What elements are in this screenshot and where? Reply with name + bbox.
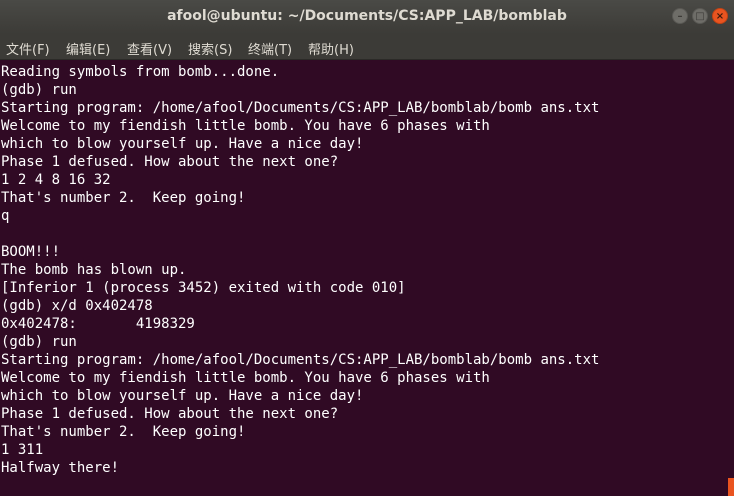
- window-title: afool@ubuntu: ~/Documents/CS:APP_LAB/bom…: [167, 8, 567, 24]
- terminal-line: 1 2 4 8 16 32: [1, 172, 111, 188]
- terminal-line: The bomb has blown up.: [1, 262, 187, 278]
- terminal-line: Welcome to my fiendish little bomb. You …: [1, 370, 490, 386]
- terminal-line: Welcome to my fiendish little bomb. You …: [1, 118, 490, 134]
- terminal-line: [Inferior 1 (process 3452) exited with c…: [1, 280, 406, 296]
- menu-file[interactable]: 文件(F): [6, 39, 50, 58]
- terminal-line: 0x402478: 4198329: [1, 316, 195, 332]
- terminal-line: Starting program: /home/afool/Documents/…: [1, 352, 600, 368]
- terminal-line: Reading symbols from bomb...done.: [1, 64, 280, 80]
- menu-terminal[interactable]: 终端(T): [248, 39, 292, 58]
- menu-search[interactable]: 搜索(S): [188, 39, 232, 58]
- close-button[interactable]: ×: [712, 8, 728, 24]
- menu-help[interactable]: 帮助(H): [308, 39, 354, 58]
- menu-edit[interactable]: 编辑(E): [66, 39, 110, 58]
- minimize-button[interactable]: –: [672, 8, 688, 24]
- terminal-line: Phase 1 defused. How about the next one?: [1, 406, 339, 422]
- scrollbar-indicator[interactable]: [728, 478, 734, 496]
- terminal-line: Starting program: /home/afool/Documents/…: [1, 100, 600, 116]
- terminal-output[interactable]: Reading symbols from bomb...done. (gdb) r…: [0, 61, 734, 496]
- terminal-line: which to blow yourself up. Have a nice d…: [1, 388, 364, 404]
- terminal-line: (gdb) run: [1, 334, 77, 350]
- terminal-line: Halfway there!: [1, 460, 120, 476]
- terminal-line: (gdb) run: [1, 82, 77, 98]
- terminal-window: afool@ubuntu: ~/Documents/CS:APP_LAB/bom…: [0, 0, 734, 496]
- terminal-line: 1 311: [1, 442, 44, 458]
- terminal-line: (gdb) x/d 0x402478: [1, 298, 153, 314]
- maximize-button[interactable]: □: [692, 8, 708, 24]
- terminal-line: q: [1, 208, 10, 224]
- menu-view[interactable]: 查看(V): [127, 39, 172, 58]
- terminal-line: That's number 2. Keep going!: [1, 424, 246, 440]
- title-bar[interactable]: afool@ubuntu: ~/Documents/CS:APP_LAB/bom…: [0, 0, 734, 34]
- terminal-line: That's number 2. Keep going!: [1, 190, 246, 206]
- menu-bar: 文件(F) 编辑(E) 查看(V) 搜索(S) 终端(T) 帮助(H): [0, 34, 734, 60]
- terminal-line: which to blow yourself up. Have a nice d…: [1, 136, 364, 152]
- terminal-line: Phase 1 defused. How about the next one?: [1, 154, 339, 170]
- terminal-line: BOOM!!!: [1, 244, 61, 260]
